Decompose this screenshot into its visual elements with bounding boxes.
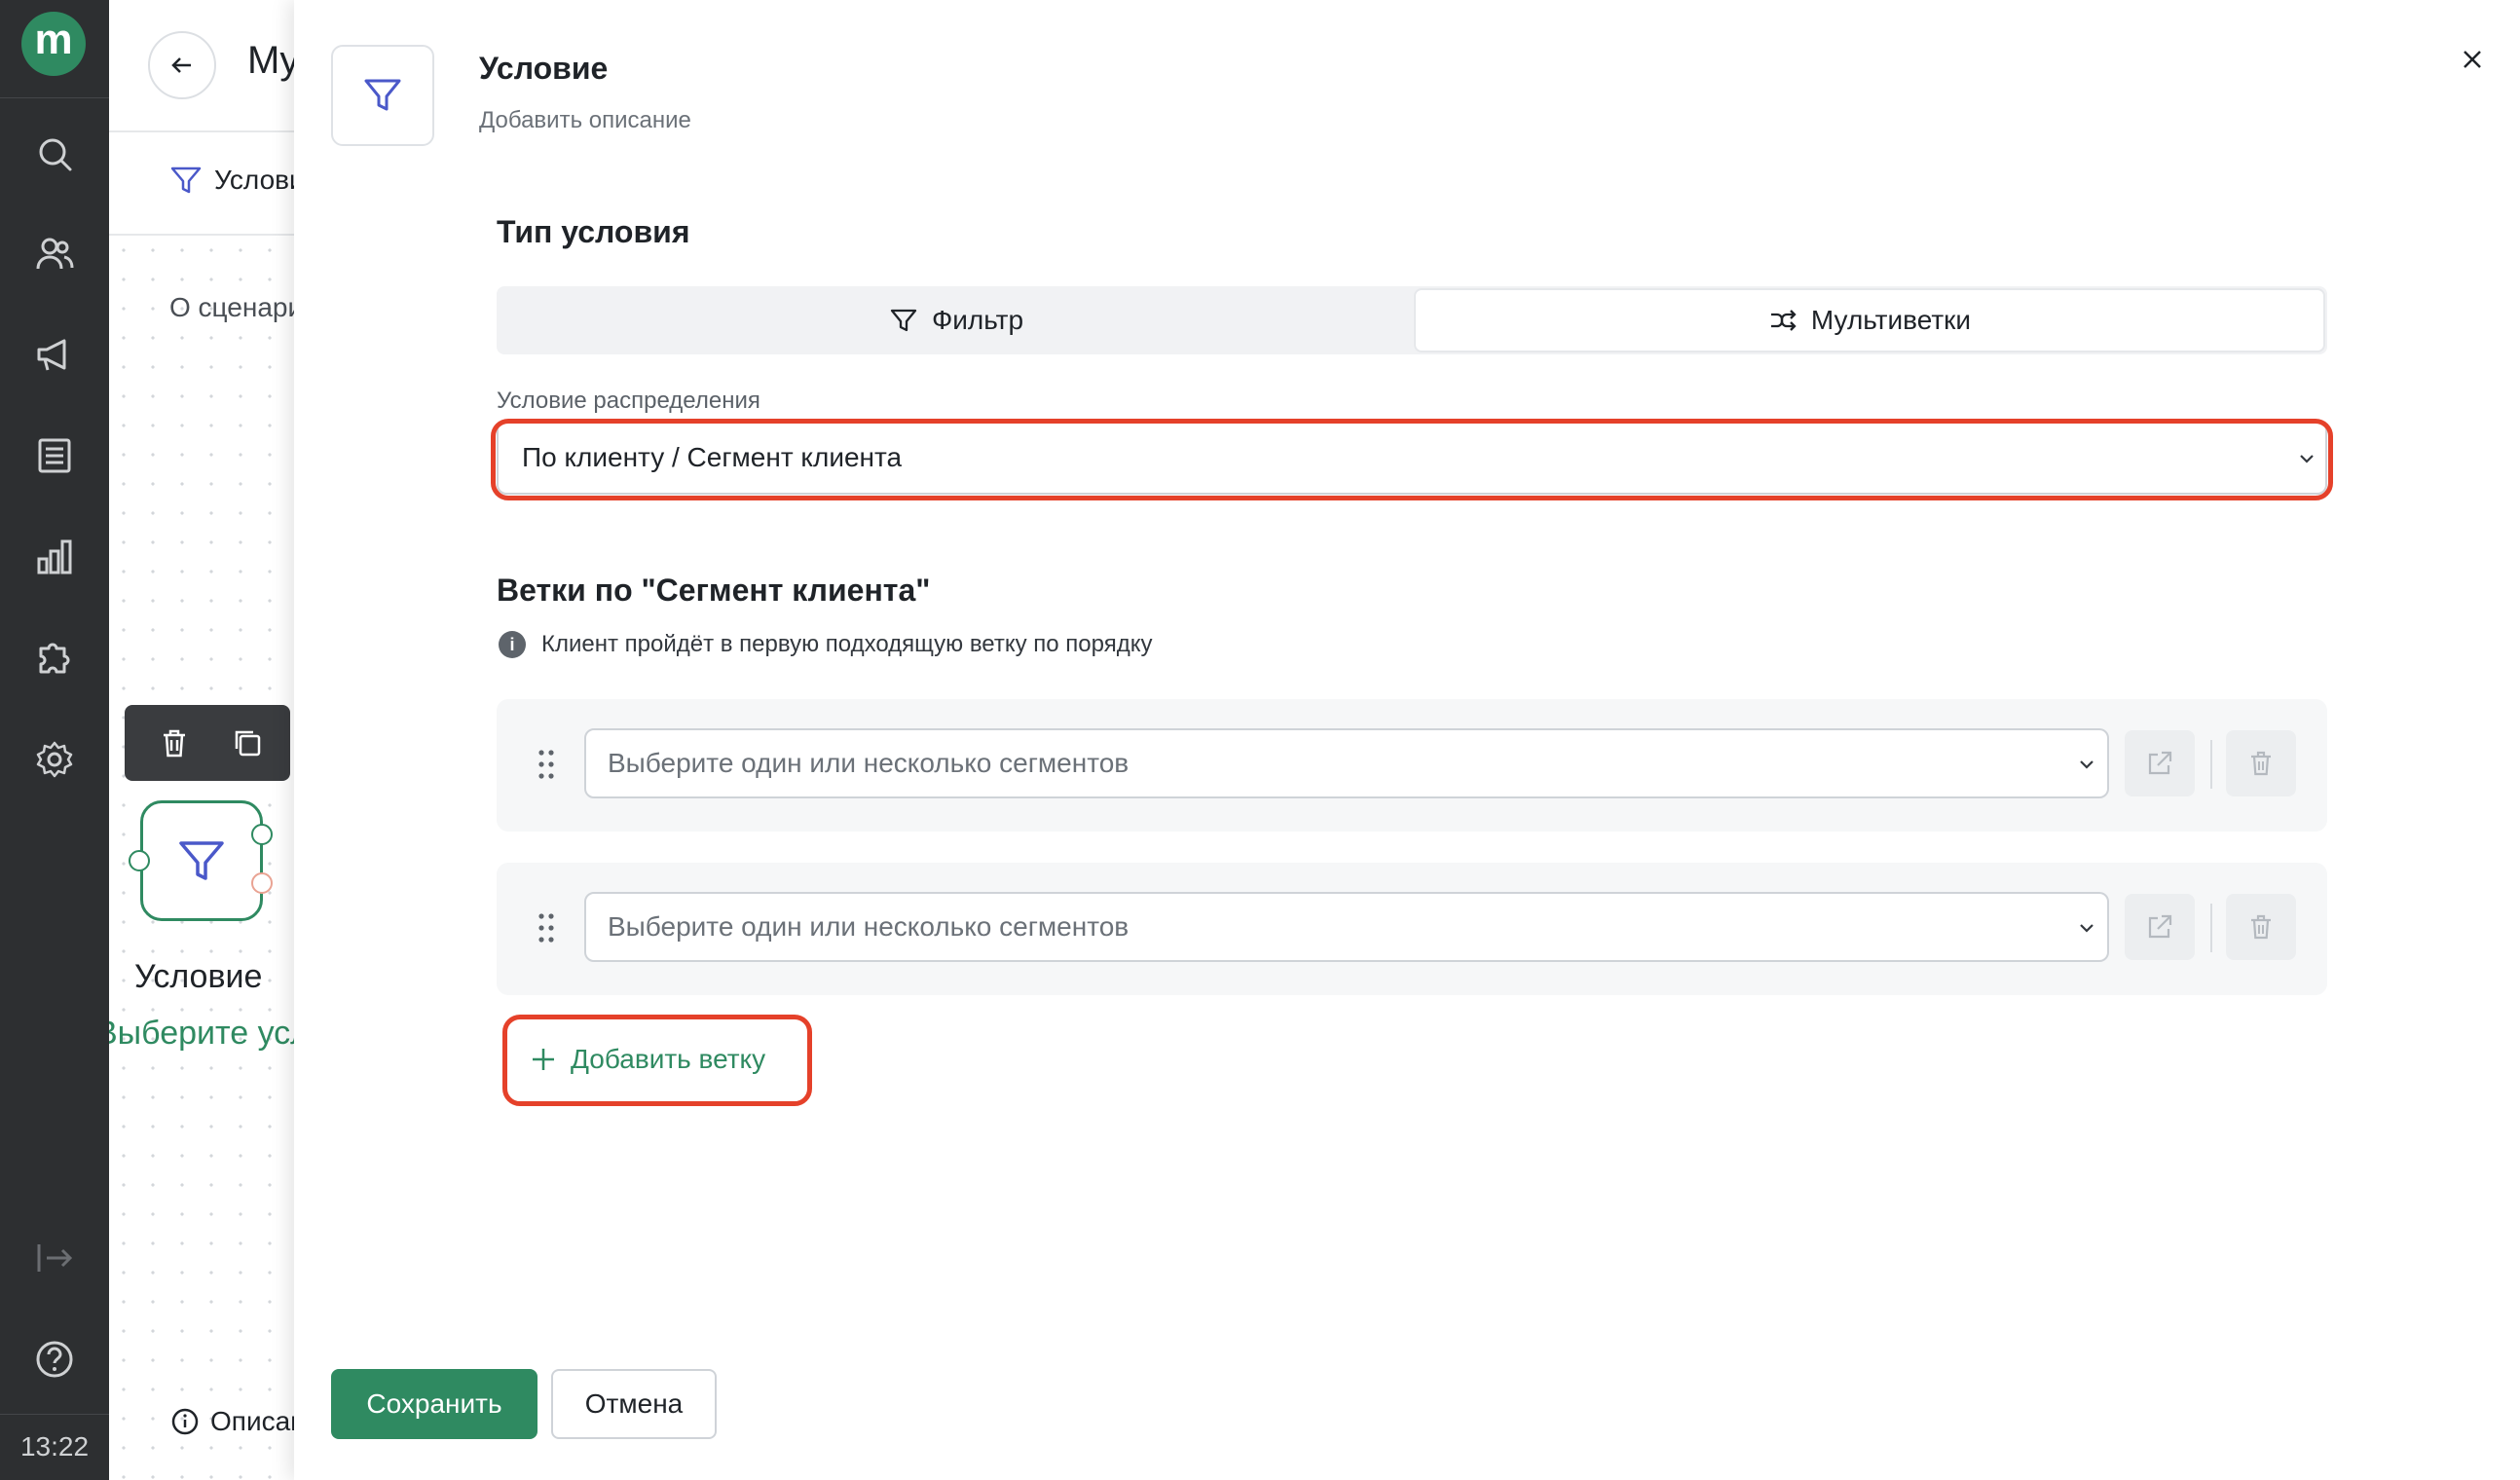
drag-handle-icon[interactable] <box>537 911 555 944</box>
scenario-editor: My Условие О сценарии Условие Выберите у… <box>109 0 294 1480</box>
nav-divider <box>0 97 109 98</box>
puzzle-icon[interactable] <box>35 637 74 676</box>
button-divider <box>2210 740 2212 789</box>
trash-icon <box>2251 751 2271 776</box>
help-icon[interactable] <box>35 1340 74 1379</box>
chevron-down-icon <box>2080 760 2094 769</box>
add-description-link[interactable]: Добавить описание <box>479 107 691 134</box>
bar-chart-icon[interactable] <box>35 537 74 576</box>
app-logo[interactable]: m <box>21 12 86 76</box>
back-button[interactable] <box>148 31 216 99</box>
editor-divider <box>109 234 294 236</box>
segment-select-placeholder: Выберите один или несколько сегментов <box>608 748 1130 778</box>
node-label: Условие <box>134 958 263 995</box>
description-link[interactable]: Описание <box>171 1406 294 1437</box>
search-icon[interactable] <box>35 134 74 173</box>
condition-icon-box <box>331 45 434 146</box>
info-icon <box>171 1408 199 1435</box>
logo-letter: m <box>34 16 73 63</box>
chevron-down-icon <box>2080 924 2094 933</box>
segment-select-placeholder: Выберите один или несколько сегментов <box>608 911 1130 942</box>
option-multibranch-label: Мультиветки <box>1810 305 1972 335</box>
split-arrows-icon <box>1770 310 1797 331</box>
filter-icon <box>890 309 917 332</box>
cancel-button[interactable]: Отмена <box>551 1369 717 1439</box>
save-button[interactable]: Сохранить <box>331 1369 537 1439</box>
filter-icon <box>170 166 202 194</box>
condition-type-switch: Фильтр Мультиветки <box>497 286 2327 354</box>
external-link-icon <box>2148 914 2172 939</box>
branches-hint: i Клиент пройдёт в первую подходящую вет… <box>499 631 1152 658</box>
scenario-title: My <box>247 39 294 82</box>
about-scenario: О сценарии <box>169 292 294 322</box>
option-filter-label: Фильтр <box>931 305 1024 335</box>
drag-handle-icon[interactable] <box>537 748 555 781</box>
node-toolbar <box>125 705 290 781</box>
branches-title: Ветки по "Сегмент клиента" <box>497 573 931 608</box>
option-multibranch[interactable]: Мультиветки <box>1414 288 2325 352</box>
output-port-no[interactable] <box>251 872 273 894</box>
nav-divider-bottom <box>0 1414 109 1415</box>
left-nav: m 13:22 <box>0 0 109 1480</box>
node-sublabel: Выберите условие <box>109 1015 294 1052</box>
input-port[interactable] <box>129 850 150 871</box>
delete-branch-button[interactable] <box>2226 730 2296 796</box>
description-label: Описание <box>210 1406 294 1436</box>
users-icon[interactable] <box>35 234 74 273</box>
segment-select[interactable]: Выберите один или несколько сегментов <box>584 892 2109 962</box>
open-segment-button[interactable] <box>2125 730 2195 796</box>
branch-row: Выберите один или несколько сегментов <box>497 699 2327 832</box>
copy-icon[interactable] <box>232 727 263 758</box>
button-divider <box>2210 904 2212 952</box>
branch-row: Выберите один или несколько сегментов <box>497 863 2327 995</box>
clock: 13:22 <box>19 1431 90 1462</box>
highlight-frame <box>491 419 2333 500</box>
delete-branch-button[interactable] <box>2226 894 2296 960</box>
tab-condition-label: Условие <box>214 165 294 195</box>
panel-title: Условие <box>479 51 609 86</box>
trash-icon <box>2251 914 2271 940</box>
distribution-label: Условие распределения <box>497 388 760 414</box>
close-button[interactable] <box>2456 43 2489 76</box>
condition-node[interactable] <box>140 800 263 921</box>
collapse-icon[interactable] <box>35 1239 74 1277</box>
condition-panel: Условие Добавить описание Тип условия Фи… <box>294 0 2520 1480</box>
condition-type-title: Тип условия <box>497 214 690 249</box>
tab-condition[interactable]: Условие <box>169 164 294 197</box>
editor-divider <box>109 130 294 132</box>
highlight-frame <box>502 1015 812 1106</box>
close-icon <box>2464 51 2481 68</box>
megaphone-icon[interactable] <box>35 335 74 374</box>
segment-select[interactable]: Выберите один или несколько сегментов <box>584 728 2109 798</box>
info-icon: i <box>499 631 526 658</box>
gear-icon[interactable] <box>35 740 74 779</box>
open-segment-button[interactable] <box>2125 894 2195 960</box>
branches-hint-text: Клиент пройдёт в первую подходящую ветку… <box>541 631 1153 657</box>
option-filter[interactable]: Фильтр <box>497 286 1416 354</box>
filter-icon <box>179 841 224 880</box>
arrow-left-icon <box>171 57 191 73</box>
filter-icon <box>364 79 401 111</box>
list-icon[interactable] <box>35 436 74 475</box>
external-link-icon <box>2148 751 2172 775</box>
output-port-yes[interactable] <box>251 824 273 845</box>
trash-icon[interactable] <box>160 727 189 758</box>
